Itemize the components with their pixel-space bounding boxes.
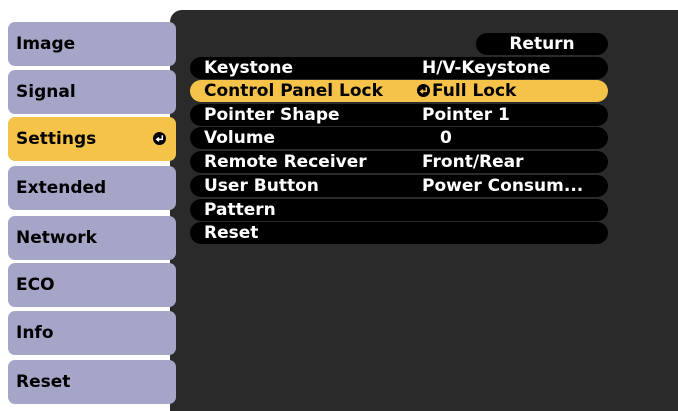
enter-icon	[153, 132, 166, 145]
setting-value: H/V-Keystone	[422, 58, 551, 78]
setting-value: Front/Rear	[422, 152, 524, 172]
menu-item-signal[interactable]: Signal	[8, 70, 176, 114]
setting-row-remote-receiver[interactable]: Remote Receiver Front/Rear	[190, 151, 608, 173]
setting-row-pattern[interactable]: Pattern	[190, 199, 608, 221]
setting-label: Reset	[204, 223, 259, 243]
menu-item-extended[interactable]: Extended	[8, 166, 176, 210]
setting-value: 0	[440, 128, 452, 148]
menu-item-label: Info	[16, 323, 54, 343]
setting-value: Pointer 1	[422, 105, 510, 125]
menu-item-image[interactable]: Image	[8, 22, 176, 66]
return-button[interactable]: Return	[476, 33, 608, 55]
setting-row-volume[interactable]: Volume 0	[190, 127, 608, 149]
menu-item-label: Image	[16, 34, 76, 54]
menu-item-label: Extended	[16, 178, 107, 198]
menu-item-label: Settings	[16, 129, 97, 149]
setting-row-control-panel-lock[interactable]: Control Panel Lock Full Lock	[190, 80, 608, 102]
menu-item-label: Signal	[16, 82, 76, 102]
setting-row-keystone[interactable]: Keystone H/V-Keystone	[190, 57, 608, 79]
menu-item-label: ECO	[16, 275, 55, 295]
menu-item-info[interactable]: Info	[8, 311, 176, 355]
setting-row-pointer-shape[interactable]: Pointer Shape Pointer 1	[190, 104, 608, 126]
menu-item-reset[interactable]: Reset	[8, 360, 176, 404]
setting-label: Keystone	[204, 58, 294, 78]
setting-value: Full Lock	[432, 81, 517, 101]
setting-row-user-button[interactable]: User Button Power Consum...	[190, 175, 608, 197]
menu-item-network[interactable]: Network	[8, 216, 176, 260]
setting-label: Pattern	[204, 200, 276, 220]
setting-label: Volume	[204, 128, 276, 148]
setting-row-reset[interactable]: Reset	[190, 222, 608, 244]
setting-label: Pointer Shape	[204, 105, 340, 125]
setting-label: Control Panel Lock	[204, 81, 383, 101]
setting-label: Remote Receiver	[204, 152, 367, 172]
menu-item-label: Network	[16, 228, 97, 248]
setting-value: Power Consum...	[422, 176, 584, 196]
menu-item-label: Reset	[16, 372, 71, 392]
setting-label: User Button	[204, 176, 319, 196]
menu-item-eco[interactable]: ECO	[8, 263, 176, 307]
menu-item-settings[interactable]: Settings	[8, 117, 176, 161]
